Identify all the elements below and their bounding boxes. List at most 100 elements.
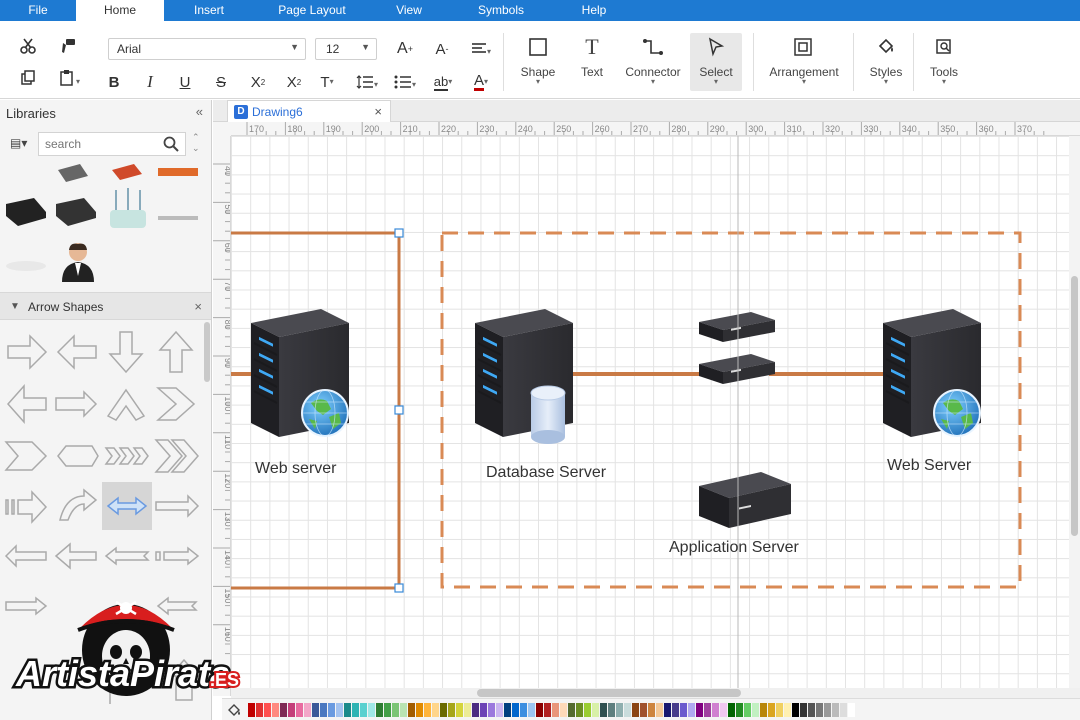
- color-swatch[interactable]: [496, 703, 503, 717]
- color-swatch[interactable]: [544, 703, 551, 717]
- color-swatch[interactable]: [736, 703, 743, 717]
- color-swatch[interactable]: [328, 703, 335, 717]
- library-scroll-arrows[interactable]: ⌃ ⌄: [192, 132, 200, 154]
- color-swatch[interactable]: [592, 703, 599, 717]
- underline-icon[interactable]: U: [173, 71, 197, 93]
- collapse-panel-icon[interactable]: «: [196, 104, 203, 119]
- selection-handle[interactable]: [394, 228, 404, 238]
- color-swatch[interactable]: [272, 703, 279, 717]
- color-swatch[interactable]: [768, 703, 775, 717]
- connector-tool-button[interactable]: Connector ▾: [618, 33, 688, 91]
- font-color-icon[interactable]: A ▾: [466, 71, 496, 93]
- color-swatch[interactable]: [720, 703, 727, 717]
- database-server-shape[interactable]: [474, 308, 574, 444]
- color-swatch[interactable]: [416, 703, 423, 717]
- list-icon[interactable]: ▾: [390, 71, 420, 93]
- horizontal-scroll-thumb[interactable]: [477, 689, 741, 697]
- color-swatch[interactable]: [640, 703, 647, 717]
- color-swatch[interactable]: [424, 703, 431, 717]
- color-swatch[interactable]: [512, 703, 519, 717]
- bold-icon[interactable]: B: [102, 71, 126, 93]
- color-swatch[interactable]: [616, 703, 623, 717]
- color-swatch[interactable]: [600, 703, 607, 717]
- menu-tab-home[interactable]: Home: [76, 0, 164, 21]
- color-swatch[interactable]: [560, 703, 567, 717]
- menu-tab-page-layout[interactable]: Page Layout: [254, 0, 370, 21]
- color-swatch[interactable]: [408, 703, 415, 717]
- router-shape-thumbnail[interactable]: [6, 188, 198, 228]
- double-chevron-shape[interactable]: [154, 439, 199, 473]
- color-swatch[interactable]: [608, 703, 615, 717]
- horizontal-scrollbar[interactable]: [231, 688, 1080, 698]
- color-swatch[interactable]: [280, 703, 287, 717]
- striped-arrow-shape[interactable]: [5, 490, 48, 524]
- vertical-scrollbar[interactable]: [1069, 136, 1080, 688]
- cut-icon[interactable]: [16, 35, 40, 57]
- chevron-up-shape[interactable]: [106, 388, 146, 421]
- color-swatch[interactable]: [448, 703, 455, 717]
- color-swatch[interactable]: [392, 703, 399, 717]
- align-icon[interactable]: ▾: [466, 38, 496, 60]
- application-server-label[interactable]: Application Server: [669, 539, 799, 557]
- color-swatch[interactable]: [520, 703, 527, 717]
- color-swatch[interactable]: [472, 703, 479, 717]
- library-menu-button[interactable]: ▤▾: [10, 136, 27, 150]
- curved-arrow-shape[interactable]: [59, 488, 98, 521]
- sidebar-scrollbar[interactable]: [204, 322, 210, 382]
- italic-icon[interactable]: I: [138, 71, 162, 93]
- tools-button[interactable]: Tools ▾: [914, 33, 974, 91]
- network-switch-bottom-shape[interactable]: [699, 354, 775, 384]
- chevron-right-shape[interactable]: [156, 387, 196, 421]
- format-painter-icon[interactable]: [56, 35, 80, 57]
- color-swatch[interactable]: [752, 703, 759, 717]
- arrangement-button[interactable]: Arrangement ▾: [764, 33, 844, 91]
- color-swatch[interactable]: [264, 703, 271, 717]
- close-icon[interactable]: ×: [194, 299, 202, 314]
- color-swatch[interactable]: [456, 703, 463, 717]
- selection-handle[interactable]: [394, 583, 404, 593]
- left-arrow-wide-shape[interactable]: [4, 544, 47, 568]
- web-server-left-shape[interactable]: [250, 308, 350, 438]
- person-shape-thumbnail[interactable]: [6, 243, 94, 282]
- menu-tab-symbols[interactable]: Symbols: [448, 0, 554, 21]
- drawing-canvas[interactable]: Web server Database Server Web Server Ap…: [231, 136, 1069, 688]
- color-swatch[interactable]: [840, 703, 847, 717]
- color-swatch[interactable]: [504, 703, 511, 717]
- right-block-arrow-shape[interactable]: [55, 390, 98, 418]
- color-swatch[interactable]: [624, 703, 631, 717]
- line-spacing-icon[interactable]: ▾: [352, 71, 382, 93]
- color-swatch[interactable]: [304, 703, 311, 717]
- document-tab[interactable]: D Drawing6 ×: [227, 100, 391, 122]
- shape-tool-button[interactable]: Shape ▾: [508, 33, 568, 91]
- color-swatch[interactable]: [464, 703, 471, 717]
- color-swatch[interactable]: [648, 703, 655, 717]
- color-swatch[interactable]: [480, 703, 487, 717]
- search-input[interactable]: [39, 133, 154, 155]
- right-arrow-wide-shape[interactable]: [155, 494, 200, 518]
- left-notched-arrow-shape[interactable]: [6, 384, 47, 424]
- text-tool-button[interactable]: T Text: [562, 33, 622, 91]
- color-swatch[interactable]: [784, 703, 791, 717]
- vertical-scroll-thumb[interactable]: [1071, 276, 1078, 536]
- color-swatch[interactable]: [584, 703, 591, 717]
- triple-chevron-shape[interactable]: [104, 447, 149, 465]
- hexagon-shape[interactable]: [57, 445, 99, 467]
- right-arrow-shape[interactable]: [7, 334, 48, 370]
- web-server-left-label[interactable]: Web server: [255, 460, 337, 478]
- font-family-select[interactable]: Arial ▼: [108, 38, 306, 60]
- color-swatch[interactable]: [336, 703, 343, 717]
- color-swatch[interactable]: [296, 703, 303, 717]
- color-swatch[interactable]: [832, 703, 839, 717]
- color-swatch[interactable]: [696, 703, 703, 717]
- superscript-icon[interactable]: X2: [246, 71, 270, 93]
- subscript-icon[interactable]: X2: [282, 71, 306, 93]
- web-server-right-label[interactable]: Web Server: [887, 457, 971, 475]
- color-swatch[interactable]: [776, 703, 783, 717]
- color-swatch[interactable]: [344, 703, 351, 717]
- color-swatch[interactable]: [352, 703, 359, 717]
- color-swatch[interactable]: [312, 703, 319, 717]
- menu-tab-file[interactable]: File: [0, 0, 76, 21]
- copy-icon[interactable]: [16, 67, 40, 89]
- color-swatch[interactable]: [288, 703, 295, 717]
- paste-icon[interactable]: ▾: [54, 67, 84, 89]
